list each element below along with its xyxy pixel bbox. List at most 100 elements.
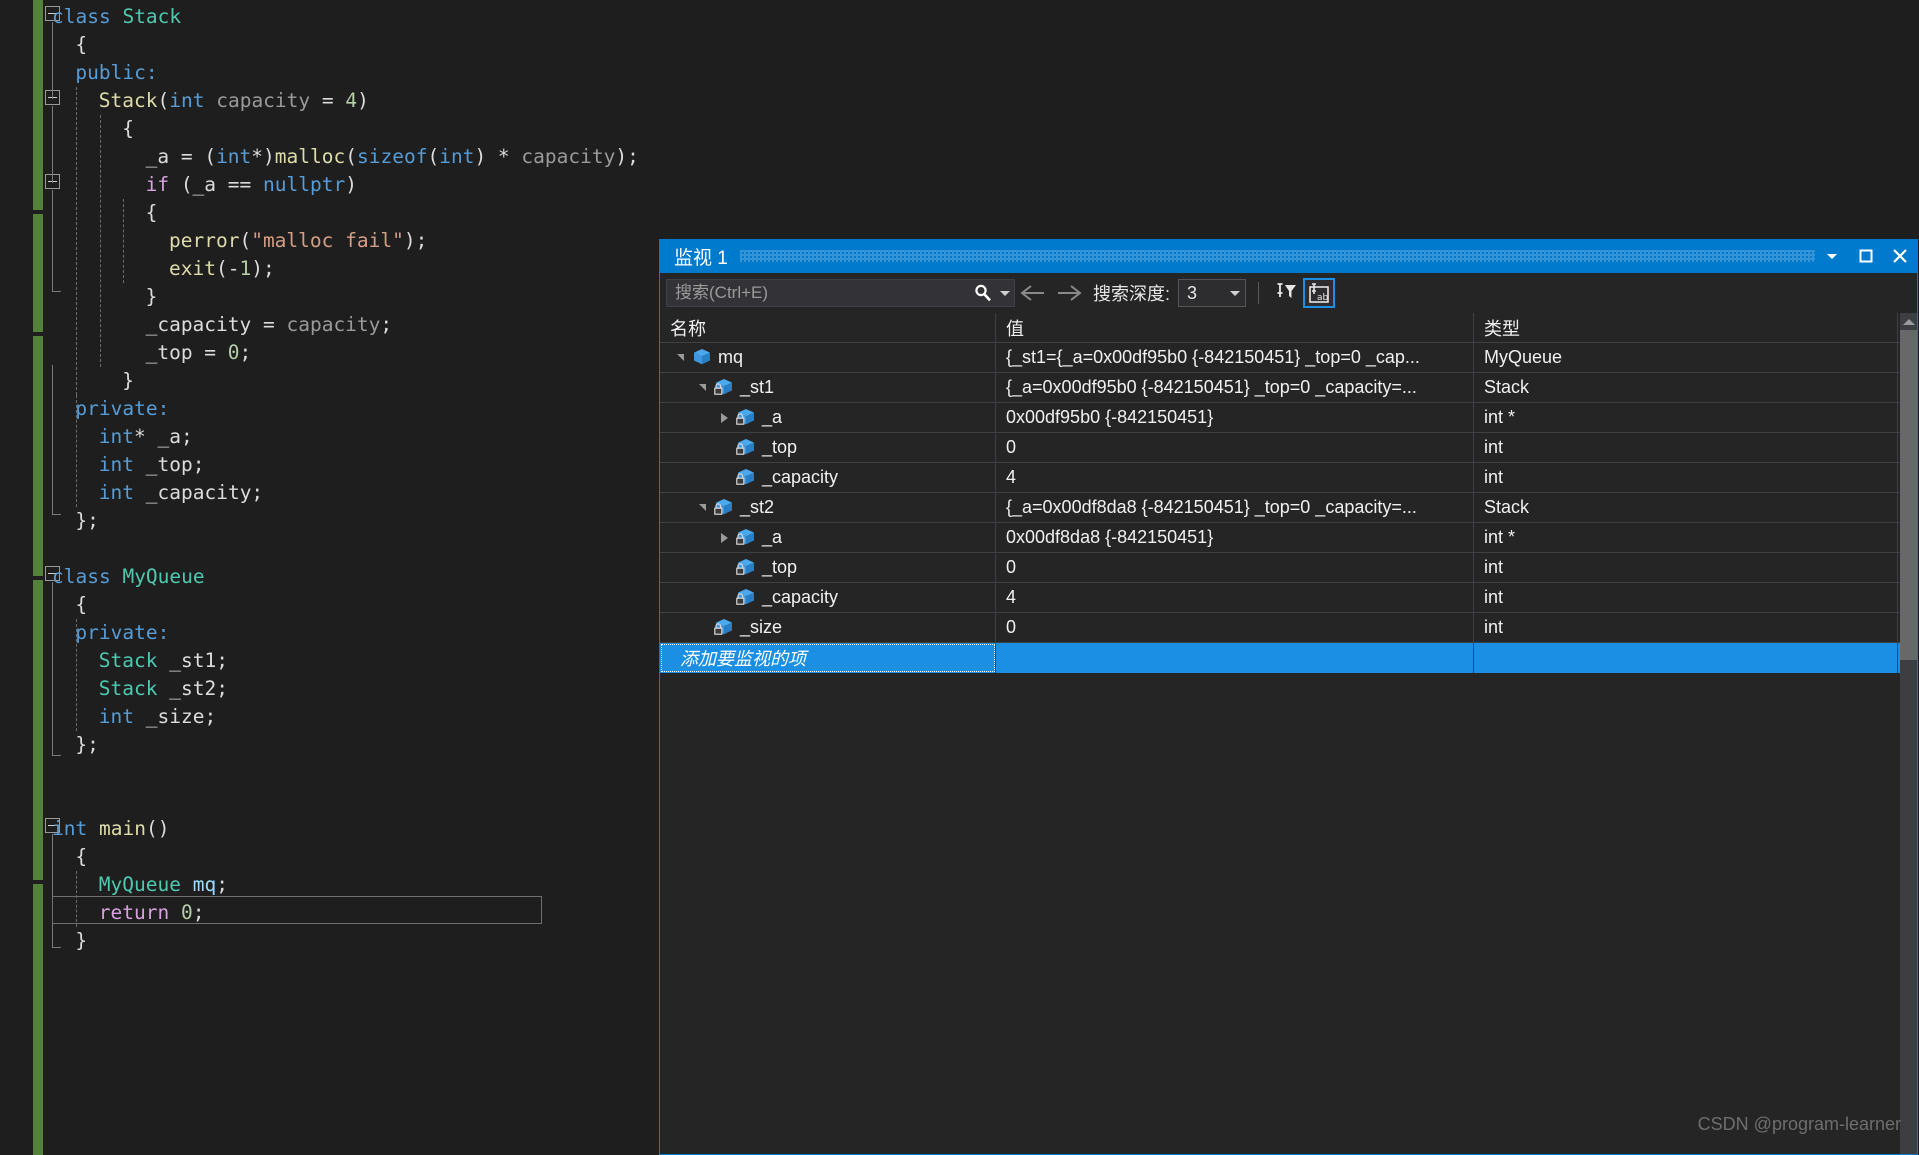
code-token: { — [145, 201, 158, 224]
code-token: return — [98, 901, 170, 924]
watch-row[interactable]: _top 0 int — [660, 433, 1917, 463]
indent-guide — [76, 395, 78, 507]
search-box[interactable] — [666, 279, 1015, 307]
watch-row[interactable]: _st1 {_a=0x00df95b0 {-842150451} _top=0 _… — [660, 373, 1917, 403]
column-header-value[interactable]: 值 — [996, 313, 1474, 342]
watch-window-title: 监视 1 — [674, 247, 728, 269]
code-token: exit — [169, 257, 216, 280]
watch-toolbar[interactable]: 搜索深度: 3 ab — [660, 273, 1917, 313]
code-token: } — [75, 929, 88, 952]
code-line: private: — [75, 619, 169, 647]
add-watch-row[interactable]: 添加要监视的项 — [660, 643, 1917, 673]
code-token: ( — [239, 229, 252, 252]
chevron-down-icon[interactable] — [1225, 290, 1245, 296]
watch-row-value[interactable]: 4 — [996, 463, 1474, 492]
watch-row-name-cell[interactable]: _top — [660, 553, 996, 582]
tree-expander-empty — [714, 433, 734, 462]
watch-row-name-cell[interactable]: _a — [660, 523, 996, 552]
code-token: { — [75, 845, 88, 868]
maximize-icon[interactable] — [1849, 239, 1883, 273]
tree-expander-empty — [714, 463, 734, 492]
code-token: 4 — [345, 89, 358, 112]
watch-row-name-cell[interactable]: _top — [660, 433, 996, 462]
search-back-button[interactable] — [1015, 278, 1051, 308]
column-header-type[interactable]: 类型 — [1474, 313, 1898, 342]
watch-row-name-cell[interactable]: _capacity — [660, 463, 996, 492]
ab-toggle-icon[interactable]: ab — [1303, 278, 1336, 308]
watch-row-value[interactable]: {_a=0x00df8da8 {-842150451} _top=0 _capa… — [996, 493, 1474, 522]
watch-row-value[interactable]: {_st1={_a=0x00df95b0 {-842150451} _top=0… — [996, 343, 1474, 372]
watch-row-name-cell[interactable]: _st1 — [660, 373, 996, 402]
code-token: } — [145, 285, 158, 308]
scroll-up-arrow-icon[interactable] — [1900, 313, 1917, 330]
tree-collapse-icon[interactable] — [692, 493, 712, 522]
svg-text:ab: ab — [1317, 293, 1329, 303]
watch-row-name-cell[interactable]: _st2 — [660, 493, 996, 522]
code-token: nullptr — [263, 173, 346, 196]
watch-row-name-cell[interactable]: _a — [660, 403, 996, 432]
watch-row[interactable]: _size 0 int — [660, 613, 1917, 643]
tree-expand-icon[interactable] — [714, 403, 734, 432]
code-line: { — [75, 591, 87, 619]
title-drag-grip[interactable] — [739, 250, 1815, 262]
add-watch-value-cell[interactable] — [996, 643, 1474, 673]
grid-body[interactable]: mq {_st1={_a=0x00df95b0 {-842150451} _top… — [660, 343, 1917, 673]
magnifier-icon[interactable] — [970, 283, 996, 303]
watch-row-type: int — [1474, 613, 1898, 642]
code-token: malloc — [274, 145, 346, 168]
watch-row[interactable]: _top 0 int — [660, 553, 1917, 583]
pin-filter-icon[interactable] — [1271, 278, 1303, 308]
watch-row-name: _st1 — [740, 377, 775, 397]
watch-row-value[interactable]: 0 — [996, 433, 1474, 462]
watch-row-name-cell[interactable]: mq — [660, 343, 996, 372]
column-header-name[interactable]: 名称 — [660, 313, 996, 342]
watch-row-value[interactable]: {_a=0x00df95b0 {-842150451} _top=0 _capa… — [996, 373, 1474, 402]
watch-row[interactable]: _a 0x00df8da8 {-842150451} int * — [660, 523, 1917, 553]
vertical-scrollbar[interactable] — [1900, 313, 1917, 1154]
scrollbar-thumb[interactable] — [1900, 330, 1917, 660]
chevron-down-glyph — [1000, 290, 1010, 296]
code-token: ) — [345, 173, 357, 196]
watch-row[interactable]: mq {_st1={_a=0x00df95b0 {-842150451} _top… — [660, 343, 1917, 373]
grid-header-row[interactable]: 名称 值 类型 — [660, 313, 1917, 343]
window-menu-chevron-icon[interactable] — [1815, 239, 1849, 273]
watch-grid[interactable]: 名称 值 类型 mq {_st1={_a=0x00df95b0 {-8421504… — [660, 313, 1917, 1154]
watch-row-value[interactable]: 0x00df95b0 {-842150451} — [996, 403, 1474, 432]
code-line: _capacity = capacity; — [146, 311, 393, 339]
tree-collapse-icon[interactable] — [670, 343, 690, 372]
search-depth-label: 搜索深度: — [1093, 284, 1171, 304]
code-token: { — [75, 33, 88, 56]
watch-row-name-cell[interactable]: _capacity — [660, 583, 996, 612]
watch-window-title-bar[interactable]: 监视 1 — [660, 239, 1917, 273]
code-token: * — [251, 145, 264, 168]
watch-row-value[interactable]: 4 — [996, 583, 1474, 612]
tree-collapse-icon[interactable] — [692, 373, 712, 402]
code-token: ); — [251, 257, 275, 280]
change-bar-segment — [33, 884, 43, 1155]
watch-row[interactable]: _st2 {_a=0x00df8da8 {-842150451} _top=0 _… — [660, 493, 1917, 523]
add-watch-input[interactable]: 添加要监视的项 — [660, 643, 996, 673]
watch-row-value[interactable]: 0 — [996, 613, 1474, 642]
code-token: 0 — [227, 341, 240, 364]
watch-row-name-cell[interactable]: _size — [660, 613, 996, 642]
search-options-chevron-icon[interactable] — [996, 280, 1014, 306]
watch-row-value[interactable]: 0 — [996, 553, 1474, 582]
watch-row[interactable]: _capacity 4 int — [660, 583, 1917, 613]
watch-row-value[interactable]: 0x00df8da8 {-842150451} — [996, 523, 1474, 552]
code-token: MyQueue — [98, 873, 181, 896]
search-forward-button[interactable] — [1051, 278, 1087, 308]
watch-row[interactable]: _a 0x00df95b0 {-842150451} int * — [660, 403, 1917, 433]
close-icon[interactable] — [1883, 239, 1917, 273]
watch-window[interactable]: 监视 1 搜索(Ctrl+E) 搜索深度: 3 ab 名称 值 类型 mq {_… — [659, 239, 1918, 1155]
search-depth-combobox[interactable]: 3 — [1178, 279, 1247, 307]
search-input[interactable] — [667, 283, 970, 303]
watch-row-type: Stack — [1474, 493, 1898, 522]
tree-expand-icon[interactable] — [714, 523, 734, 552]
watch-row[interactable]: _capacity 4 int — [660, 463, 1917, 493]
watch-row-type: int — [1474, 583, 1898, 612]
private-field-box-icon — [734, 463, 758, 492]
code-line: { — [75, 843, 87, 871]
code-token: _top = — [145, 341, 228, 364]
